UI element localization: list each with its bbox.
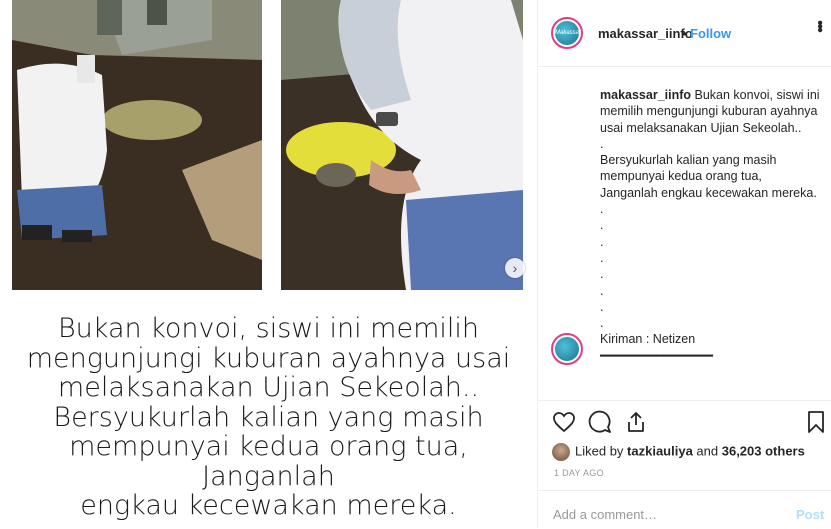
post-side-panel: Makassar info makassar_iinfo • Follow ••… [537, 0, 831, 528]
comment-avatar[interactable] [551, 333, 583, 365]
post-media: › Bukan konvoi, siswi ini memilih mengun… [0, 0, 537, 528]
caption-body: Bukan konvoi, siswi ini memilih mengunju… [600, 88, 820, 363]
next-image-button[interactable]: › [505, 258, 525, 278]
post-comment-button[interactable]: Post [796, 507, 824, 522]
follow-button[interactable]: Follow [690, 26, 731, 41]
caption-username[interactable]: makassar_iinfo [600, 88, 691, 102]
grave-scene-left-image [12, 0, 262, 290]
header-username[interactable]: makassar_iinfo [598, 26, 693, 41]
more-options-icon[interactable]: ••• [810, 20, 828, 31]
bookmark-icon[interactable] [804, 410, 828, 434]
post-actions: Liked by tazkiauliya and 36,203 others 1… [538, 400, 831, 491]
liked-user[interactable]: tazkiauliya [627, 443, 693, 458]
post-timestamp[interactable]: 1 DAY AGO [554, 468, 604, 478]
grave-scene-right-image [281, 0, 523, 290]
comment-icon[interactable] [588, 410, 612, 434]
liked-prefix: Liked by [575, 443, 628, 459]
avatar-logo: Makassar info [555, 21, 581, 60]
liked-middle: and [692, 443, 722, 459]
profile-avatar[interactable]: Makassar info [551, 17, 583, 60]
comments-section[interactable]: makassar_iinfo Bukan konvoi, siswi ini m… [538, 67, 831, 399]
heart-icon[interactable] [552, 410, 576, 434]
liker-avatar[interactable] [552, 443, 570, 461]
comment-input[interactable]: Add a comment… [553, 507, 657, 522]
liked-count[interactable]: 36,203 others [722, 443, 805, 458]
share-icon[interactable] [624, 410, 648, 434]
likes-summary[interactable]: Liked by tazkiauliya and 36,203 others [552, 443, 805, 461]
comment-avatar-logo [555, 337, 579, 361]
header-separator: • [682, 26, 687, 41]
post-header: Makassar info makassar_iinfo • Follow ••… [538, 0, 831, 67]
post-photo-left [12, 0, 262, 290]
post-photo-right [281, 0, 523, 290]
add-comment-bar: Add a comment… Post [538, 490, 831, 529]
post-caption: makassar_iinfo Bukan konvoi, siswi ini m… [600, 87, 822, 364]
post-overlay-caption: Bukan konvoi, siswi ini memilih mengunju… [26, 313, 511, 521]
